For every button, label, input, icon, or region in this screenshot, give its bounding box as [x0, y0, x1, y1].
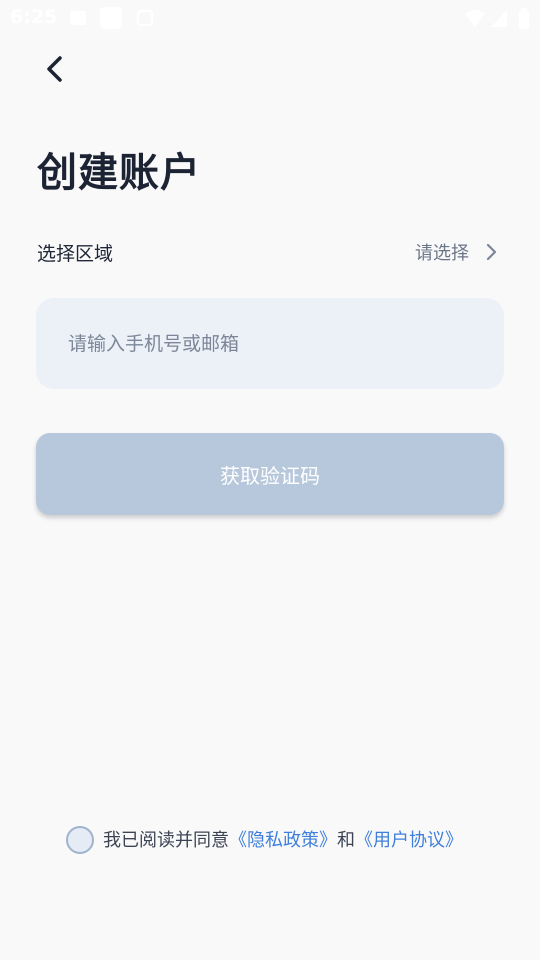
battery-icon [519, 8, 529, 29]
region-selector[interactable]: 选择区域 请选择 [37, 234, 503, 270]
signal-icon [491, 10, 507, 27]
back-arrow-icon [47, 56, 62, 82]
chevron-right-icon [486, 243, 497, 261]
agree-checkbox[interactable] [66, 826, 94, 854]
privacy-policy-link[interactable]: 《隐私政策》 [229, 830, 337, 851]
status-time: 6:25 [10, 6, 58, 28]
user-agreement-link[interactable]: 《用户协议》 [355, 830, 463, 851]
page-title: 创建账户 [37, 150, 201, 196]
region-value: 请选择 [415, 243, 469, 264]
image-icon [70, 11, 86, 25]
get-code-button[interactable]: 获取验证码 [36, 433, 504, 515]
status-bar: 6:25 [0, 0, 540, 36]
region-label: 选择区域 [37, 243, 114, 265]
agreement-prefix: 我已阅读并同意 [103, 830, 229, 851]
phone-email-input[interactable] [36, 298, 504, 389]
agreement-conjunction: 和 [337, 830, 355, 851]
notification-icon [136, 9, 154, 27]
back-button[interactable] [36, 50, 74, 88]
wifi-icon [465, 10, 485, 27]
phone-input-container [36, 298, 504, 389]
agreement-text: 我已阅读并同意《隐私政策》和《用户协议》 [103, 826, 473, 856]
app-icon [100, 7, 122, 29]
